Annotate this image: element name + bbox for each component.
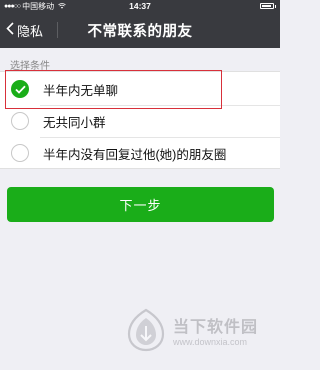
highlight-annotation [5, 70, 222, 109]
carrier-label: 中国移动 [22, 1, 55, 11]
page-title: 不常联系的朋友 [87, 23, 193, 40]
option-label: 半年内没有回复过他(她)的朋友圈 [43, 147, 227, 162]
option-no-moments-reply[interactable]: 半年内没有回复过他(她)的朋友圈 [0, 137, 280, 169]
signal-icon: ●●●○○ [4, 2, 21, 10]
radio-unchecked-icon[interactable] [11, 112, 29, 130]
wifi-icon [58, 3, 66, 9]
radio-unchecked-icon[interactable] [11, 144, 29, 162]
next-step-button[interactable]: 下一步 [7, 187, 274, 222]
option-no-common-group[interactable]: 无共同小群 [0, 105, 280, 137]
battery-icon [260, 3, 274, 9]
watermark-logo-icon [125, 308, 167, 352]
status-time: 14:37 [129, 1, 151, 11]
watermark-url: www.downxia.com [173, 337, 248, 347]
watermark-title: 当下软件园 [173, 319, 259, 336]
watermark: 当下软件园 www.downxia.com [125, 308, 258, 352]
option-label: 无共同小群 [43, 115, 106, 130]
battery-tip [274, 4, 276, 8]
status-bar: ●●●○○ 中国移动 14:37 [0, 0, 280, 12]
nav-bar: 隐私 不常联系的朋友 [0, 12, 280, 48]
